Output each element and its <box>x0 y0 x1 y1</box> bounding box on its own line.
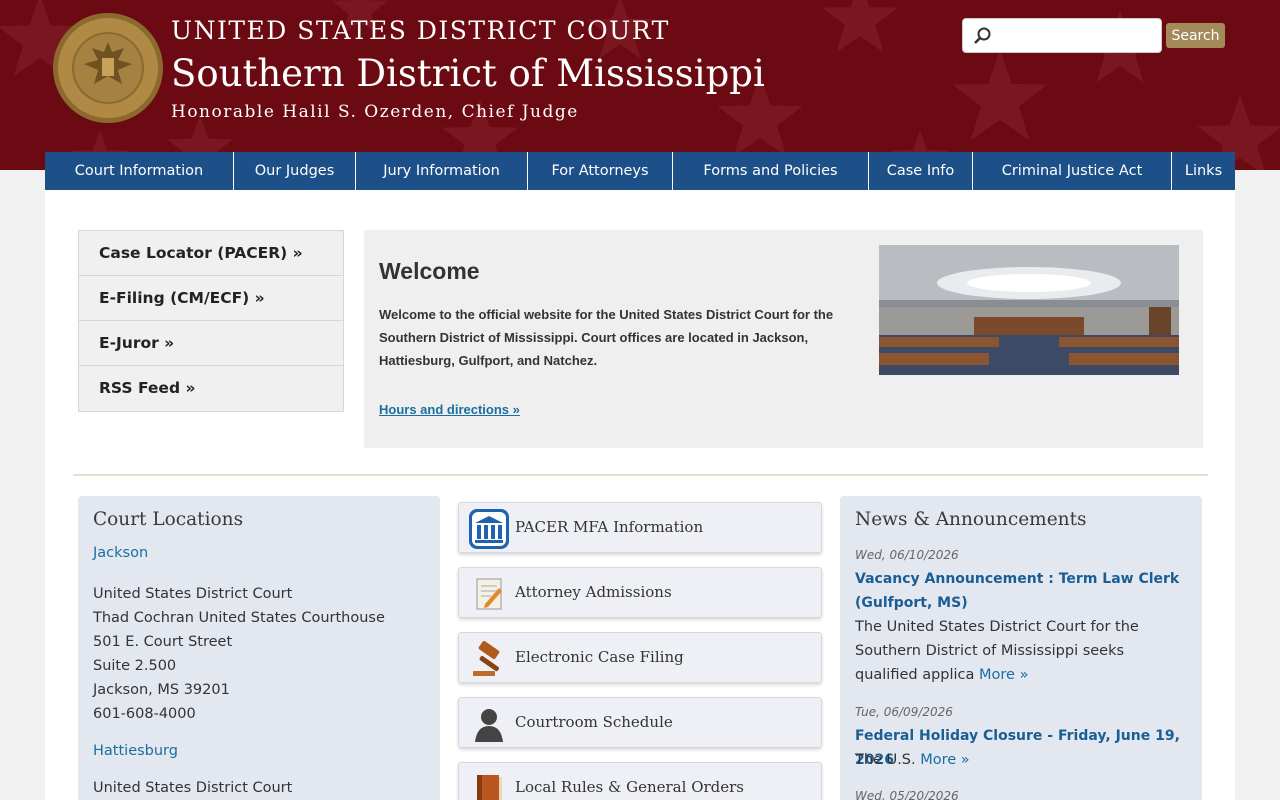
resource-link-attorney-admissions[interactable]: Attorney Admissions <box>458 567 822 618</box>
court-name-line: UNITED STATES DISTRICT COURT <box>171 16 670 45</box>
location-link-jackson[interactable]: Jackson <box>93 545 148 561</box>
quick-link-case-locator[interactable]: Case Locator (PACER) » <box>79 231 343 276</box>
news-date: Tue, 06/09/2026 <box>855 705 953 719</box>
address-line: Thad Cochran United States Courthouse <box>93 610 385 626</box>
quick-link-e-filing[interactable]: E-Filing (CM/ECF) » <box>79 276 343 321</box>
court-locations-title: Court Locations <box>93 509 244 530</box>
resource-link-label: Electronic Case Filing <box>515 648 684 666</box>
document-pencil-icon <box>476 578 502 610</box>
gavel-icon <box>473 640 500 676</box>
address-line: Jackson, MS 39201 <box>93 682 230 698</box>
phone-number: 601-608-4000 <box>93 706 196 722</box>
welcome-box: Welcome Welcome to the official website … <box>364 230 1203 448</box>
news-headline-link[interactable]: Vacancy Announcement : Term Law Clerk (G… <box>855 567 1185 615</box>
quick-link-e-juror[interactable]: E-Juror » <box>79 321 343 366</box>
nav-forms-and-policies[interactable]: Forms and Policies <box>673 152 869 190</box>
courtroom-photo <box>879 245 1179 375</box>
resource-link-courtroom-schedule[interactable]: Courtroom Schedule <box>458 697 822 748</box>
nav-jury-information[interactable]: Jury Information <box>356 152 528 190</box>
main-nav: Court Information Our Judges Jury Inform… <box>45 152 1235 190</box>
search-input[interactable] <box>995 23 1155 49</box>
resource-link-label: PACER MFA Information <box>515 518 704 536</box>
quick-link-rss-feed[interactable]: RSS Feed » <box>79 366 343 411</box>
person-icon <box>475 709 503 742</box>
news-panel: News & Announcements Wed, 06/10/2026 Vac… <box>840 496 1202 800</box>
quick-links-box: Case Locator (PACER) » E-Filing (CM/ECF)… <box>78 230 344 412</box>
news-body: The United States District Court for the… <box>855 615 1190 687</box>
news-date: Wed, 05/20/2026 <box>855 789 959 800</box>
hattiesburg-address: United States District Court <box>93 780 293 796</box>
search-icon <box>974 27 991 44</box>
nav-our-judges[interactable]: Our Judges <box>234 152 356 190</box>
district-name[interactable]: Southern District of Mississippi <box>171 52 765 95</box>
resource-link-label: Courtroom Schedule <box>515 713 673 731</box>
news-title: News & Announcements <box>855 509 1087 530</box>
news-more-link[interactable]: More » <box>979 667 1028 683</box>
resource-link-electronic-case-filing[interactable]: Electronic Case Filing <box>458 632 822 683</box>
resource-link-pacer-mfa[interactable]: PACER MFA Information <box>458 502 822 553</box>
section-divider <box>73 474 1208 476</box>
nav-case-info[interactable]: Case Info <box>869 152 973 190</box>
search-box <box>962 18 1162 53</box>
site-header: UNITED STATES DISTRICT COURT Southern Di… <box>0 0 1280 170</box>
nav-criminal-justice-act[interactable]: Criminal Justice Act <box>973 152 1172 190</box>
courthouse-icon <box>469 509 509 549</box>
nav-for-attorneys[interactable]: For Attorneys <box>528 152 673 190</box>
court-locations-panel: Court Locations Jackson United States Di… <box>78 496 440 800</box>
resource-link-local-rules[interactable]: Local Rules & General Orders <box>458 762 822 800</box>
news-body: The U.S. More » <box>855 748 1190 772</box>
chief-judge-line: Honorable Halil S. Ozerden, Chief Judge <box>171 102 579 122</box>
welcome-title: Welcome <box>379 258 480 284</box>
resource-link-label: Attorney Admissions <box>515 583 672 601</box>
welcome-text: Welcome to the official website for the … <box>379 307 834 368</box>
resource-link-label: Local Rules & General Orders <box>515 778 745 796</box>
court-seal-logo <box>53 13 163 123</box>
search-button[interactable]: Search <box>1166 23 1225 48</box>
jackson-address: United States District Court Thad Cochra… <box>93 582 385 726</box>
hours-directions-link[interactable]: Hours and directions » <box>379 402 520 417</box>
news-excerpt: The U.S. <box>855 752 916 768</box>
book-icon <box>477 775 502 800</box>
address-line: United States District Court <box>93 586 293 602</box>
news-more-link[interactable]: More » <box>920 752 969 768</box>
location-link-hattiesburg[interactable]: Hattiesburg <box>93 743 178 759</box>
nav-links[interactable]: Links <box>1172 152 1235 190</box>
news-date: Wed, 06/10/2026 <box>855 548 959 562</box>
nav-court-information[interactable]: Court Information <box>45 152 234 190</box>
address-line: Suite 2.500 <box>93 658 177 674</box>
address-line: 501 E. Court Street <box>93 634 233 650</box>
